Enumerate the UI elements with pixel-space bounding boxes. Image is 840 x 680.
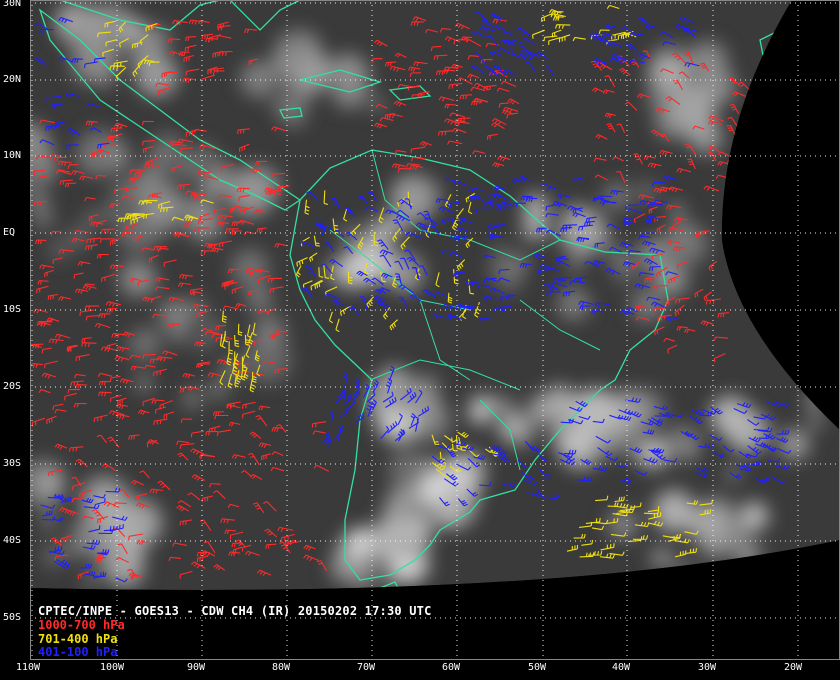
lat-label-30s: 30S [3,458,22,469]
image-caption: CPTEC/INPE - GOES13 - CDW CH4 (IR) 20150… [38,604,432,618]
lat-label-eq: EQ [3,227,16,238]
lon-label-30w: 30W [698,662,717,673]
lon-label-60w: 60W [442,662,461,673]
lon-label-90w: 90W [187,662,206,673]
lat-label-30n: 30N [3,0,22,9]
lat-label-10n: 10N [3,150,22,161]
lat-label-20n: 20N [3,74,22,85]
lat-label-40s: 40S [3,535,22,546]
satellite-wind-map [0,0,840,680]
lon-label-40w: 40W [612,662,631,673]
lat-label-20s: 20S [3,381,22,392]
lon-label-110w: 110W [16,662,41,673]
lon-label-100w: 100W [100,662,125,673]
lon-label-80w: 80W [272,662,291,673]
lon-label-70w: 70W [357,662,376,673]
legend-mid-level: 701-400 hPa [38,632,118,646]
legend-high-level: 401-100 hPa [38,645,118,659]
lat-label-50s: 50S [3,612,22,623]
lon-label-20w: 20W [784,662,803,673]
lon-label-50w: 50W [528,662,547,673]
lat-label-10s: 10S [3,304,22,315]
legend-low-level: 1000-700 hPa [38,618,125,632]
